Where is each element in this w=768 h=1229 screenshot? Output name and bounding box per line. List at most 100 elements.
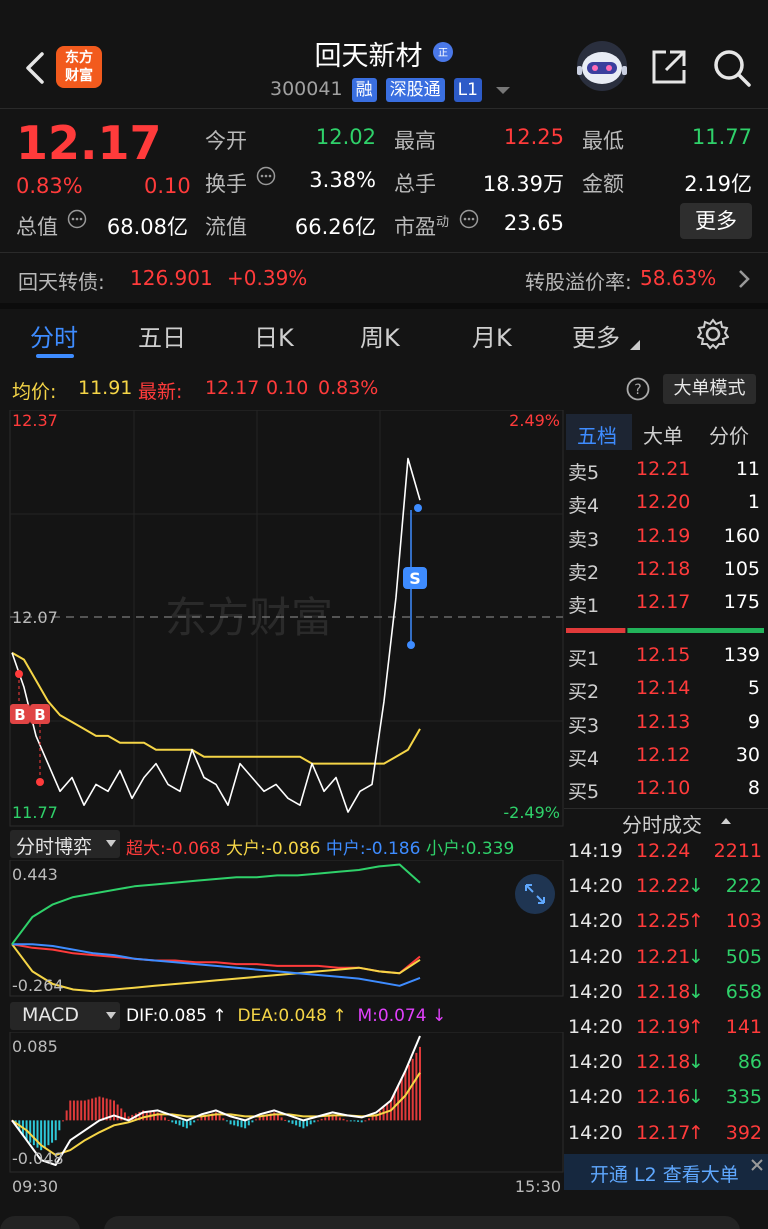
- tab-five-levels[interactable]: 五档: [577, 420, 617, 449]
- trade-price: 12.17: [636, 1121, 691, 1144]
- help-icon[interactable]: ?: [626, 377, 650, 401]
- intraday-chart[interactable]: 东方财富 12.37 12.07 11.77 2.49% -2.49% B B …: [0, 410, 564, 830]
- ask-label: 卖4: [568, 495, 600, 518]
- l2-banner[interactable]: 开通 L2 查看大单: [564, 1154, 768, 1190]
- tab-five-day[interactable]: 五日: [138, 318, 186, 353]
- latest-change: 0.10: [266, 377, 309, 399]
- macd-chart[interactable]: 0.085 -0.048 09:30 15:30: [0, 1032, 564, 1202]
- info-dots-icon[interactable]: [256, 166, 276, 186]
- convertible-bond-row[interactable]: 回天转债: 126.901 +0.39% 转股溢价率: 58.63%: [0, 253, 768, 303]
- pct-bottom-label: -2.49%: [503, 803, 560, 822]
- ask-label: 卖1: [568, 595, 600, 618]
- bid-row: 买3 12.13 9: [568, 707, 764, 740]
- trade-row: 14:20 12.18 ↓ 86: [568, 1047, 764, 1082]
- buy-marker-1-text: B: [14, 706, 25, 724]
- tab-intraday[interactable]: 分时: [30, 318, 78, 353]
- sell-marker[interactable]: S: [403, 567, 427, 589]
- bid-label: 买5: [568, 781, 600, 804]
- bid-volume: 30: [735, 743, 760, 766]
- buy-marker-dot: [15, 670, 23, 678]
- trade-row: 14:19 12.24 2211: [568, 836, 764, 871]
- expand-button[interactable]: [515, 874, 555, 914]
- dea-label: DEA:: [237, 1006, 279, 1026]
- close-icon[interactable]: [750, 1158, 764, 1172]
- ask-volume: 105: [723, 557, 760, 580]
- buy-marker-1[interactable]: B: [10, 704, 30, 724]
- macd-bar: [320, 1118, 323, 1121]
- trade-time: 14:20: [568, 945, 623, 968]
- bid-label: 买2: [568, 681, 600, 704]
- macd-bar: [91, 1098, 94, 1121]
- macd-bar: [295, 1120, 298, 1126]
- macd-bar: [229, 1120, 232, 1125]
- macd-bar: [255, 1119, 258, 1121]
- ask-price: 12.20: [636, 491, 691, 514]
- corner-caret-icon: [630, 340, 640, 350]
- volume-value: 18.39万: [482, 172, 564, 196]
- trade-arrow: ↑: [688, 1016, 704, 1038]
- m-label: M:: [357, 1006, 378, 1026]
- more-button[interactable]: 更多: [680, 203, 752, 239]
- trade-arrow: ↑: [688, 1121, 704, 1144]
- search-icon[interactable]: [712, 48, 752, 88]
- info-dots-icon[interactable]: [67, 209, 87, 229]
- tab-weekly-k[interactable]: 周K: [360, 318, 400, 353]
- trade-arrow: ↓: [688, 1051, 704, 1074]
- tab-monthly-k[interactable]: 月K: [472, 318, 512, 353]
- settings-gear-icon[interactable]: [697, 318, 729, 350]
- y-mid-label: 12.07: [12, 608, 58, 627]
- buy-marker-2[interactable]: B: [30, 704, 50, 724]
- zhonghu-value: -0.186: [365, 839, 421, 859]
- ask-volume: 175: [723, 591, 760, 614]
- ask-price: 12.19: [636, 524, 691, 547]
- trade-arrow: ↓: [688, 945, 704, 968]
- macd-selector[interactable]: MACD: [10, 1002, 120, 1030]
- x-start-label: 09:30: [12, 1177, 58, 1196]
- bid-label: 买1: [568, 648, 600, 670]
- positive-badge-icon: 正: [432, 42, 453, 62]
- macd-bar: [360, 1120, 363, 1123]
- bottom-pill-left[interactable]: [0, 1216, 80, 1229]
- trade-arrow: ↓: [688, 980, 704, 1003]
- trade-volume: 141: [725, 1016, 762, 1038]
- macd-bar: [225, 1120, 228, 1122]
- macd-bar: [72, 1100, 75, 1121]
- macd-bar: [309, 1120, 312, 1125]
- ask-price: 12.18: [636, 557, 691, 580]
- macd-histogram: [11, 1046, 421, 1151]
- macd-bar: [58, 1120, 61, 1131]
- macd-bar: [164, 1117, 166, 1121]
- tab-daily-k[interactable]: 日K: [254, 318, 294, 353]
- pe-value: 23.65: [503, 211, 564, 235]
- indicator-selector[interactable]: 分时博弈: [10, 830, 120, 858]
- macd-bar: [324, 1117, 327, 1121]
- robot-assistant-icon[interactable]: [574, 40, 630, 92]
- collapse-caret-icon[interactable]: [720, 816, 732, 826]
- tab-price-dist[interactable]: 分价: [709, 420, 749, 449]
- trade-row: 14:20 12.25 ↑ 103: [568, 906, 764, 941]
- macd-bar: [222, 1118, 225, 1121]
- macd-bar: [419, 1046, 421, 1121]
- dropdown-caret-icon[interactable]: [496, 85, 511, 95]
- trade-arrow: ↑: [688, 910, 704, 933]
- mktcap-label: 总值: [16, 215, 58, 239]
- fund-flow-chart[interactable]: 0.443 -0.264: [0, 860, 564, 998]
- dif-value: 0.085 ↑: [158, 1006, 227, 1026]
- big-order-mode-button[interactable]: 大单模式: [663, 374, 756, 404]
- tab-big-orders[interactable]: 大单: [643, 420, 683, 449]
- chaoda-label: 超大:: [126, 839, 166, 859]
- macd-bar: [193, 1120, 196, 1123]
- macd-bar: [346, 1120, 349, 1122]
- pct-top-label: 2.49%: [509, 411, 560, 430]
- share-icon[interactable]: [650, 48, 688, 86]
- info-dots-icon[interactable]: [459, 209, 479, 229]
- tab-more[interactable]: 更多: [572, 318, 620, 353]
- ask-label: 卖2: [568, 561, 600, 584]
- macd-bar: [178, 1120, 181, 1126]
- trade-row: 14:20 12.22 ↓ 222: [568, 871, 764, 906]
- tag-margin: 融: [351, 78, 377, 102]
- bond-label: 回天转债:: [18, 270, 105, 294]
- section-gap: [0, 303, 768, 309]
- bottom-input-pill[interactable]: [104, 1216, 740, 1229]
- buy-marker-dot: [36, 778, 44, 786]
